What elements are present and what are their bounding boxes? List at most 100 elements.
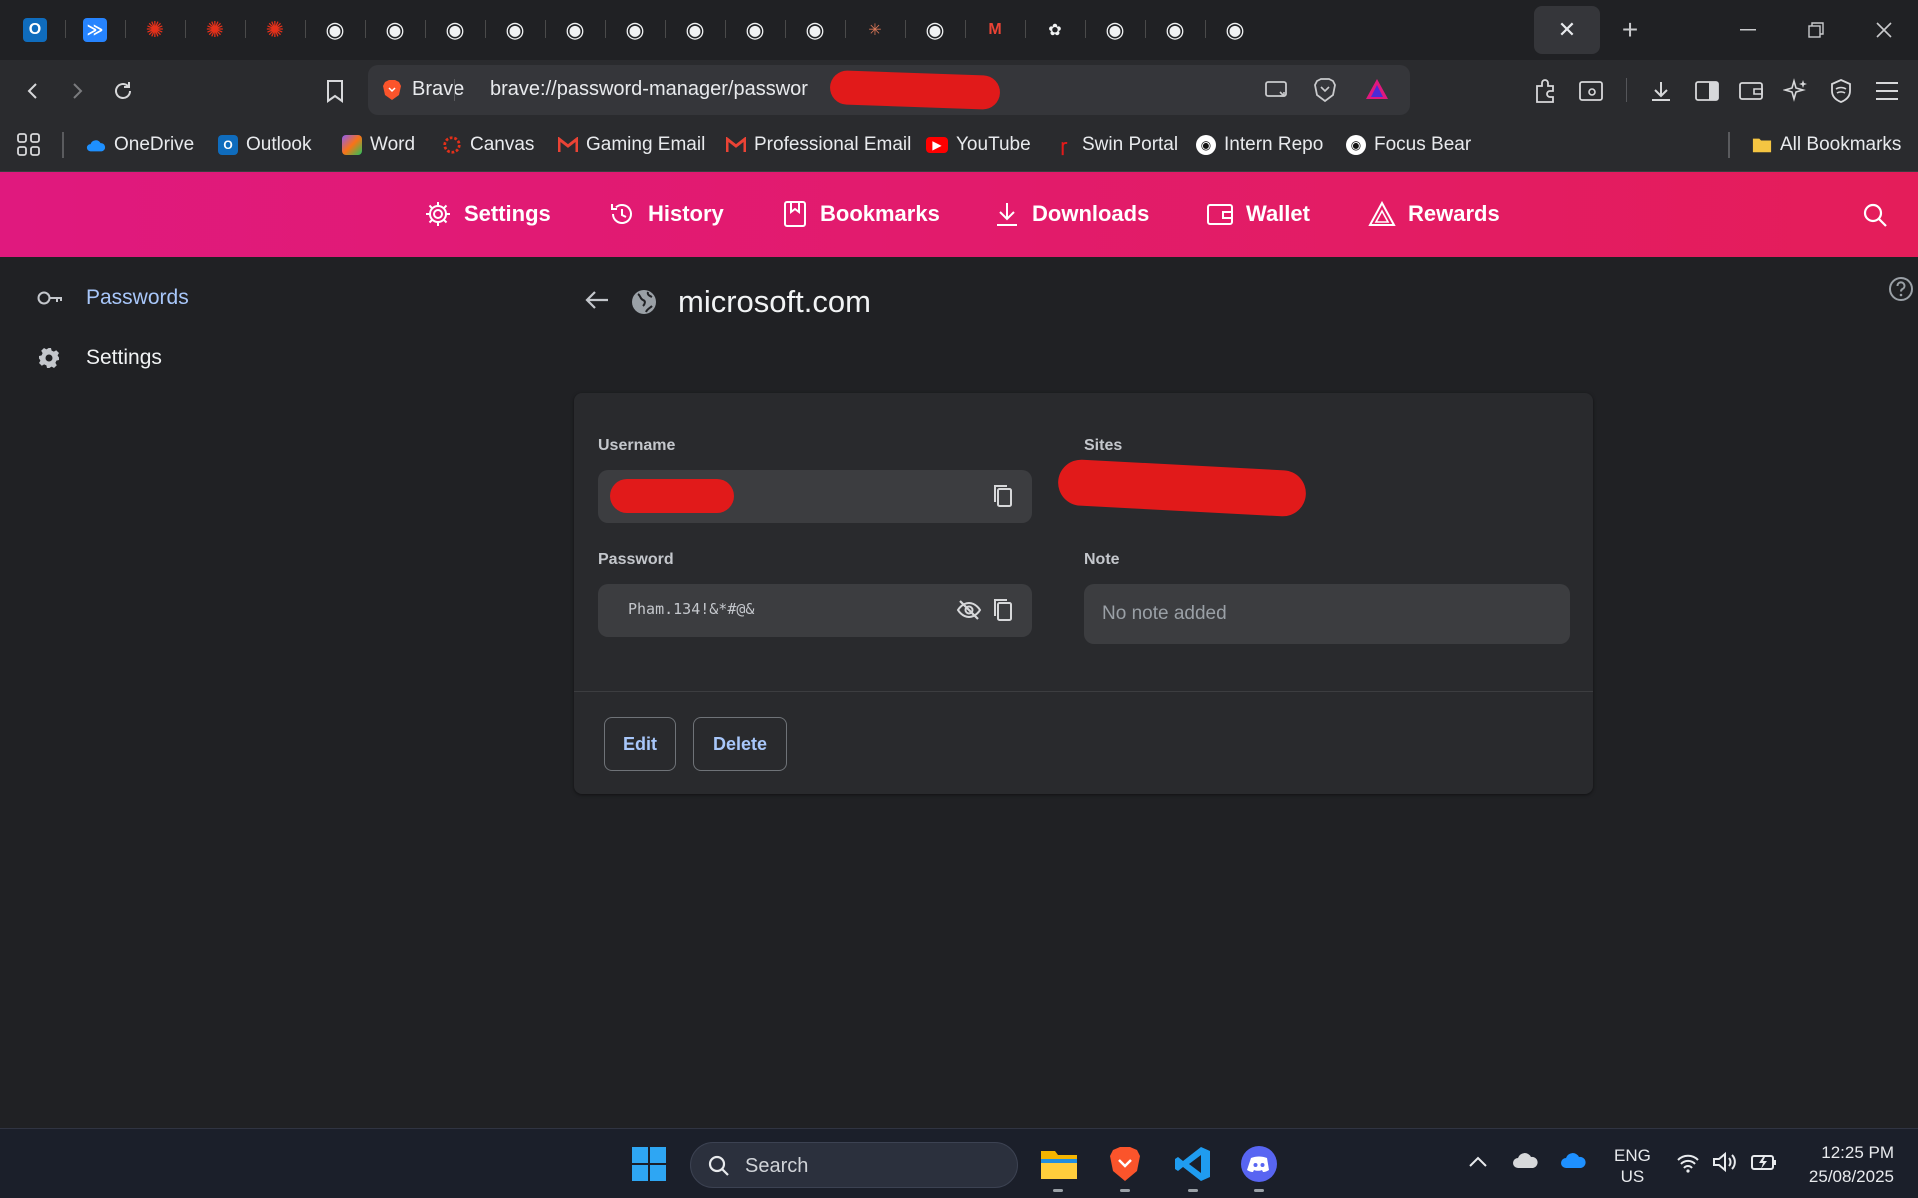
browser-tab[interactable]: ◉: [1090, 10, 1140, 50]
browser-tab[interactable]: ◉: [610, 10, 660, 50]
bookmark-intern-repo[interactable]: ◉ Intern Repo: [1196, 130, 1323, 160]
address-bar[interactable]: Brave brave://password-manager/passwor: [368, 65, 1410, 115]
browser-tab[interactable]: ≫: [70, 10, 120, 50]
help-icon[interactable]: [1888, 276, 1914, 307]
onedrive-personal-icon[interactable]: [1512, 1151, 1540, 1174]
hide-password-icon[interactable]: [956, 598, 982, 627]
search-placeholder: Search: [745, 1155, 809, 1177]
browser-tab[interactable]: ◉: [370, 10, 420, 50]
brave-shields-icon[interactable]: [1314, 77, 1336, 108]
nav-wallet[interactable]: Wallet: [1206, 194, 1310, 234]
canvas-icon: ✺: [205, 17, 225, 42]
url-text[interactable]: brave://password-manager/passwor: [490, 78, 808, 101]
bookmark-canvas[interactable]: Canvas: [442, 130, 534, 160]
extensions-icon[interactable]: [1528, 74, 1562, 108]
bookmark-onedrive[interactable]: OneDrive: [86, 130, 194, 160]
wifi-icon[interactable]: [1676, 1153, 1700, 1178]
github-icon: ◉: [1346, 135, 1366, 155]
all-bookmarks-button[interactable]: All Bookmarks: [1752, 130, 1901, 160]
sidebar-item-passwords[interactable]: Passwords: [36, 286, 189, 310]
browser-tab[interactable]: O: [10, 10, 60, 50]
copy-icon[interactable]: [992, 597, 1014, 628]
copy-icon[interactable]: [992, 483, 1014, 514]
bookmark-label: Intern Repo: [1224, 134, 1324, 155]
new-tab-button[interactable]: +: [1612, 14, 1648, 46]
brave-rewards-icon[interactable]: [1364, 77, 1390, 106]
onedrive-business-icon[interactable]: [1560, 1151, 1588, 1174]
browser-tab[interactable]: ◉: [430, 10, 480, 50]
vpn-icon[interactable]: [1824, 74, 1858, 108]
tab-separator: [65, 20, 66, 38]
back-button[interactable]: [16, 74, 50, 108]
browser-tab[interactable]: ◉: [670, 10, 720, 50]
taskbar-search[interactable]: Search: [690, 1142, 1018, 1188]
apps-grid-icon[interactable]: [16, 132, 42, 163]
nav-bookmarks[interactable]: Bookmarks: [782, 194, 940, 234]
chevron-up-icon[interactable]: [1468, 1155, 1488, 1174]
browser-tab[interactable]: ✺: [250, 10, 300, 50]
sidebar-item-settings[interactable]: Settings: [38, 346, 162, 370]
forward-button[interactable]: [60, 74, 94, 108]
reader-mode-icon[interactable]: [1574, 74, 1608, 108]
reload-button[interactable]: [106, 74, 140, 108]
browser-tab[interactable]: ✺: [130, 10, 180, 50]
browser-tab[interactable]: ◉: [790, 10, 840, 50]
nav-downloads[interactable]: Downloads: [994, 194, 1149, 234]
delete-button[interactable]: Delete: [693, 717, 787, 771]
brave-browser-icon[interactable]: [1102, 1141, 1148, 1187]
nav-rewards[interactable]: Rewards: [1368, 194, 1500, 234]
browser-tab[interactable]: M: [970, 10, 1020, 50]
file-explorer-icon[interactable]: [1036, 1141, 1082, 1187]
wallet-icon[interactable]: [1734, 74, 1768, 108]
close-tab-icon[interactable]: ✕: [1558, 17, 1576, 43]
start-button[interactable]: [626, 1141, 672, 1187]
sidebar-toggle-icon[interactable]: [1690, 74, 1724, 108]
bookmark-focus-bear[interactable]: ◉ Focus Bear: [1346, 130, 1471, 160]
github-icon: ◉: [1196, 135, 1216, 155]
note-field[interactable]: No note added: [1084, 584, 1570, 644]
browser-tab[interactable]: ✿: [1030, 10, 1080, 50]
battery-icon[interactable]: [1750, 1151, 1778, 1178]
search-icon[interactable]: [1862, 202, 1888, 233]
restore-button[interactable]: [1798, 14, 1834, 46]
bookmark-outlook[interactable]: O Outlook: [218, 130, 311, 160]
username-field[interactable]: [598, 470, 1032, 523]
password-field[interactable]: Pham.134!&*#@&: [598, 584, 1032, 637]
bookmarks-bar: OneDrive O Outlook Word Canvas Gaming Em…: [0, 120, 1918, 172]
bookmark-label: Gaming Email: [586, 134, 706, 155]
browser-tab[interactable]: ✳: [850, 10, 900, 50]
bookmark-page-button[interactable]: [318, 74, 352, 108]
edit-button[interactable]: Edit: [604, 717, 676, 771]
browser-tab[interactable]: ◉: [1150, 10, 1200, 50]
downloads-icon[interactable]: [1644, 74, 1678, 108]
browser-tab[interactable]: ◉: [1210, 10, 1260, 50]
browser-tab[interactable]: ◉: [490, 10, 540, 50]
discord-icon[interactable]: [1236, 1141, 1282, 1187]
active-tab[interactable]: ✕: [1534, 6, 1600, 54]
browser-tab[interactable]: ◉: [310, 10, 360, 50]
bookmark-swin-portal[interactable]: ꞅ Swin Portal: [1054, 130, 1178, 160]
bookmark-gaming-email[interactable]: Gaming Email: [558, 130, 705, 160]
tab-separator: [965, 20, 966, 38]
back-arrow-icon[interactable]: [584, 288, 610, 317]
menu-icon[interactable]: [1870, 74, 1904, 108]
browser-tab[interactable]: ◉: [730, 10, 780, 50]
minimize-button[interactable]: [1730, 14, 1766, 46]
browser-tab[interactable]: ✺: [190, 10, 240, 50]
volume-icon[interactable]: [1712, 1151, 1738, 1178]
clock[interactable]: 12:25 PM 25/08/2025: [1796, 1141, 1894, 1189]
bookmark-youtube[interactable]: ▶ YouTube: [926, 130, 1031, 160]
leo-ai-icon[interactable]: [1779, 74, 1813, 108]
close-window-button[interactable]: [1866, 14, 1902, 46]
nav-history[interactable]: History: [608, 194, 724, 234]
language-indicator[interactable]: ENG US: [1614, 1145, 1651, 1187]
vscode-icon[interactable]: [1170, 1141, 1216, 1187]
browser-tab[interactable]: ◉: [910, 10, 960, 50]
github-icon: ◉: [745, 17, 765, 42]
cast-icon[interactable]: [1264, 79, 1290, 106]
browser-tab[interactable]: ◉: [550, 10, 600, 50]
bookmark-word[interactable]: Word: [342, 130, 415, 160]
tab-separator: [605, 20, 606, 38]
bookmark-professional-email[interactable]: Professional Email: [726, 130, 911, 160]
nav-settings[interactable]: Settings: [424, 194, 551, 234]
